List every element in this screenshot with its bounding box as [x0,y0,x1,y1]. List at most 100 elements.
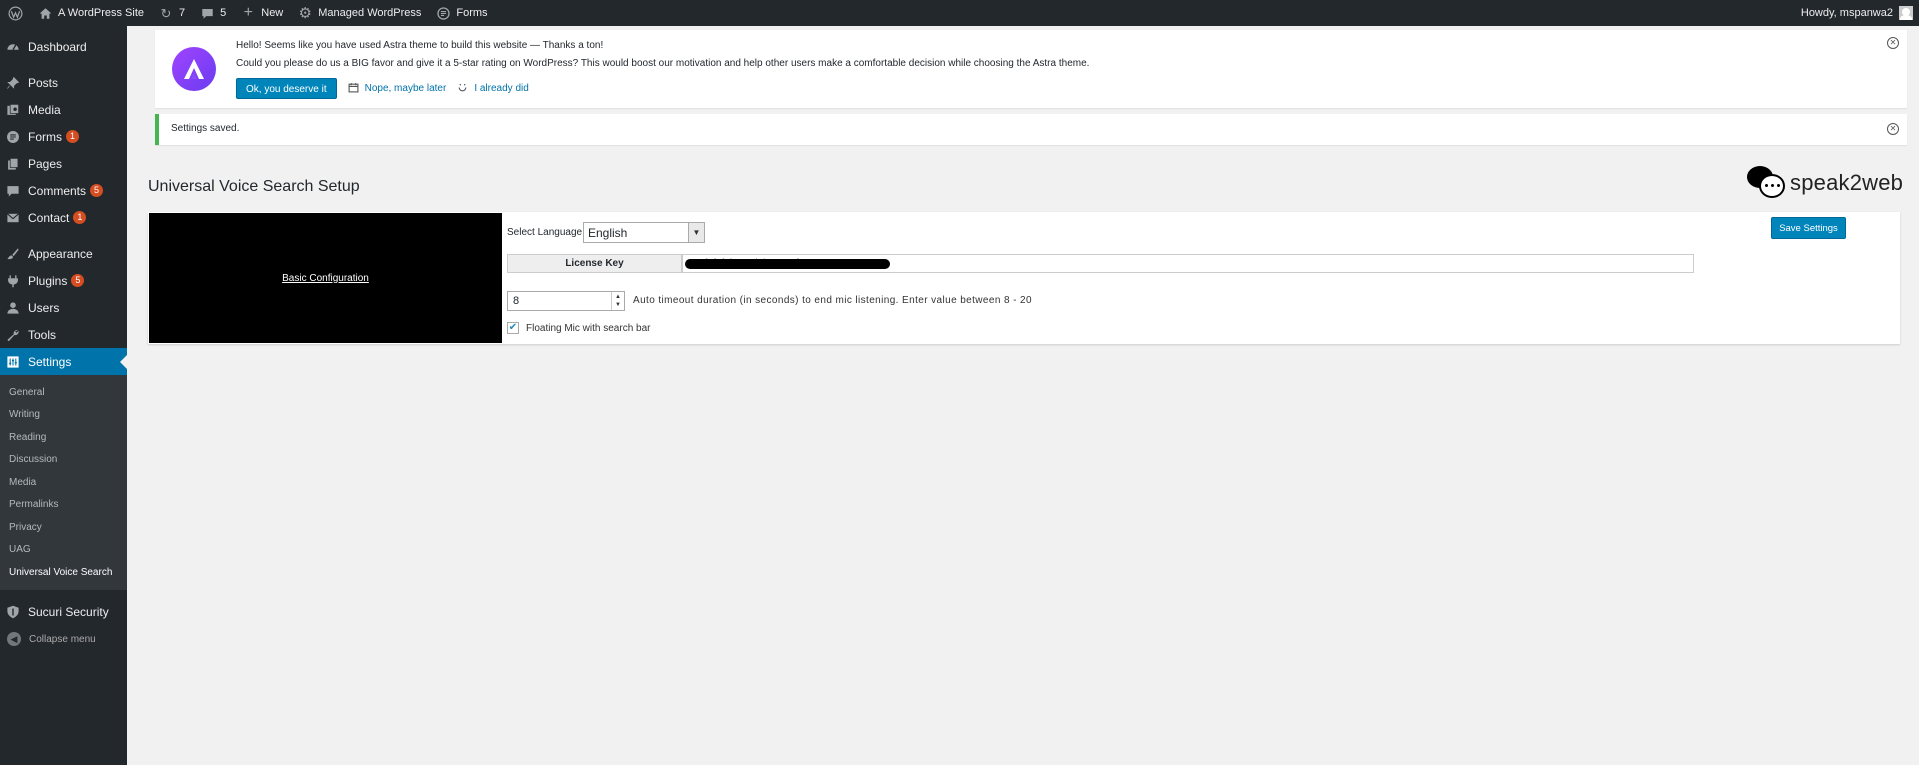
sidebar-item-pages[interactable]: Pages [0,150,127,177]
chevron-down-icon: ▼ [688,223,704,242]
updates-link[interactable]: ↻ 7 [151,0,192,26]
home-icon [37,5,53,21]
paintbrush-icon [5,246,21,262]
nope-maybe-later-label: Nope, maybe later [364,83,447,94]
page-title: Universal Voice Search Setup [148,178,360,195]
sidebar-label-comments: Comments [28,183,87,198]
sidebar-label-settings: Settings [28,354,72,369]
nope-maybe-later-link[interactable]: Nope, maybe later [348,82,447,96]
forms-icon [5,129,21,145]
sidebar-item-appearance[interactable]: Appearance [0,240,127,267]
plus-icon: + [243,4,253,21]
language-select[interactable]: English ▼ [583,222,705,243]
sidebar-item-plugins[interactable]: Plugins 5 [0,267,127,294]
sidebar-label-pages: Pages [28,156,63,171]
submenu-writing[interactable]: Writing [0,404,127,427]
shield-icon [5,604,21,620]
speech-bubbles-icon [1747,166,1787,200]
settings-submenu: General Writing Reading Discussion Media… [0,375,127,590]
new-label: New [261,7,284,19]
sidebar-item-sucuri[interactable]: Sucuri Security [0,599,127,626]
language-selected-value: English [588,225,628,240]
speak2web-logo: speak2web [1747,166,1903,200]
submenu-permalinks[interactable]: Permalinks [0,494,127,517]
my-account-link[interactable]: Howdy, mspanwa2 [1801,0,1913,26]
updates-count: 7 [179,7,186,19]
sidebar-item-dashboard[interactable]: Dashboard [0,33,127,60]
new-content-link[interactable]: + New [233,0,290,26]
wordpress-logo-button[interactable] [0,0,30,26]
media-icon [5,102,21,118]
submenu-media[interactable]: Media [0,471,127,494]
i-already-did-label: I already did [474,83,529,94]
comments-count: 5 [220,7,227,19]
forms-link[interactable]: Forms [428,0,494,26]
comment-bubble-icon [5,183,21,199]
sidebar-label-users: Users [28,300,60,315]
timeout-number-input[interactable]: 8 ▲ ▼ [507,291,625,311]
settings-saved-text: Settings saved. [171,123,240,134]
spinner-arrows-icon[interactable]: ▲ ▼ [611,292,624,310]
sidebar-item-forms[interactable]: Forms 1 [0,123,127,150]
dismiss-astra-notice-close-icon[interactable]: ✕ [1887,37,1899,49]
pushpin-icon [5,75,21,91]
updates-icon: ↻ [160,5,172,21]
license-redaction-mark [685,259,890,269]
sidebar-item-tools[interactable]: Tools [0,321,127,348]
calendar-icon [348,82,359,96]
select-language-label: Select Language [507,227,583,238]
managed-wordpress-link[interactable]: ⚙ Managed WordPress [290,0,428,26]
settings-saved-notice: Settings saved. ✕ [155,114,1907,145]
sidebar-label-posts: Posts [28,75,59,90]
admin-sidebar: Dashboard Posts Media Forms 1 Pages Comm… [0,26,127,765]
submenu-universal-voice-search[interactable]: Universal Voice Search [0,561,127,584]
collapse-menu-button[interactable]: ◀ Collapse menu [0,626,127,653]
collapse-label: Collapse menu [29,633,96,645]
forms-label: Forms [456,7,488,19]
dismiss-saved-notice-close-icon[interactable]: ✕ [1887,123,1899,135]
timeout-help-text: Auto timeout duration (in seconds) to en… [633,295,1032,306]
sidebar-item-posts[interactable]: Posts [0,69,127,96]
astra-notice-line2: Could you please do us a BIG favor and g… [236,58,1090,69]
managed-label: Managed WordPress [318,7,422,19]
smiley-icon [457,82,468,96]
submenu-reading[interactable]: Reading [0,426,127,449]
timeout-value: 8 [513,295,520,307]
sidebar-label-contact: Contact [28,210,70,225]
license-key-label: License Key [507,254,682,273]
submenu-privacy[interactable]: Privacy [0,516,127,539]
sidebar-label-sucuri: Sucuri Security [28,605,109,619]
dashboard-icon [5,39,21,55]
floating-mic-checkbox[interactable]: ✔ [507,322,519,334]
site-name-link[interactable]: A WordPress Site [30,0,151,26]
ok-you-deserve-it-button[interactable]: Ok, you deserve it [236,78,337,99]
wordpress-logo-icon [7,5,23,21]
comments-badge: 5 [90,184,104,197]
sidebar-item-media[interactable]: Media [0,96,127,123]
comments-link[interactable]: 5 [192,0,233,26]
submenu-general[interactable]: General [0,381,127,404]
envelope-icon [5,210,21,226]
sidebar-label-tools: Tools [28,327,57,342]
i-already-did-link[interactable]: I already did [457,82,529,96]
sidebar-item-settings[interactable]: Settings [0,348,127,375]
sidebar-item-comments[interactable]: Comments 5 [0,177,127,204]
brand-name: speak2web [1790,170,1904,195]
sidebar-item-contact[interactable]: Contact 1 [0,204,127,231]
basic-configuration-label: Basic Configuration [282,272,369,284]
sidebar-item-users[interactable]: Users [0,294,127,321]
contact-badge: 1 [73,211,87,224]
collapse-arrow-icon: ◀ [7,632,21,646]
basic-configuration-tab[interactable]: Basic Configuration [149,213,502,343]
submenu-uag[interactable]: UAG [0,539,127,562]
sidebar-label-plugins: Plugins [28,273,68,288]
forms-badge: 1 [66,130,80,143]
plugins-badge: 5 [71,274,85,287]
forms-icon [435,5,451,21]
astra-rating-notice: Hello! Seems like you have used Astra th… [155,30,1907,108]
settings-sliders-icon [5,354,21,370]
user-icon [5,300,21,316]
save-settings-button[interactable]: Save Settings [1771,217,1846,239]
sidebar-label-dashboard: Dashboard [28,39,87,54]
submenu-discussion[interactable]: Discussion [0,449,127,472]
